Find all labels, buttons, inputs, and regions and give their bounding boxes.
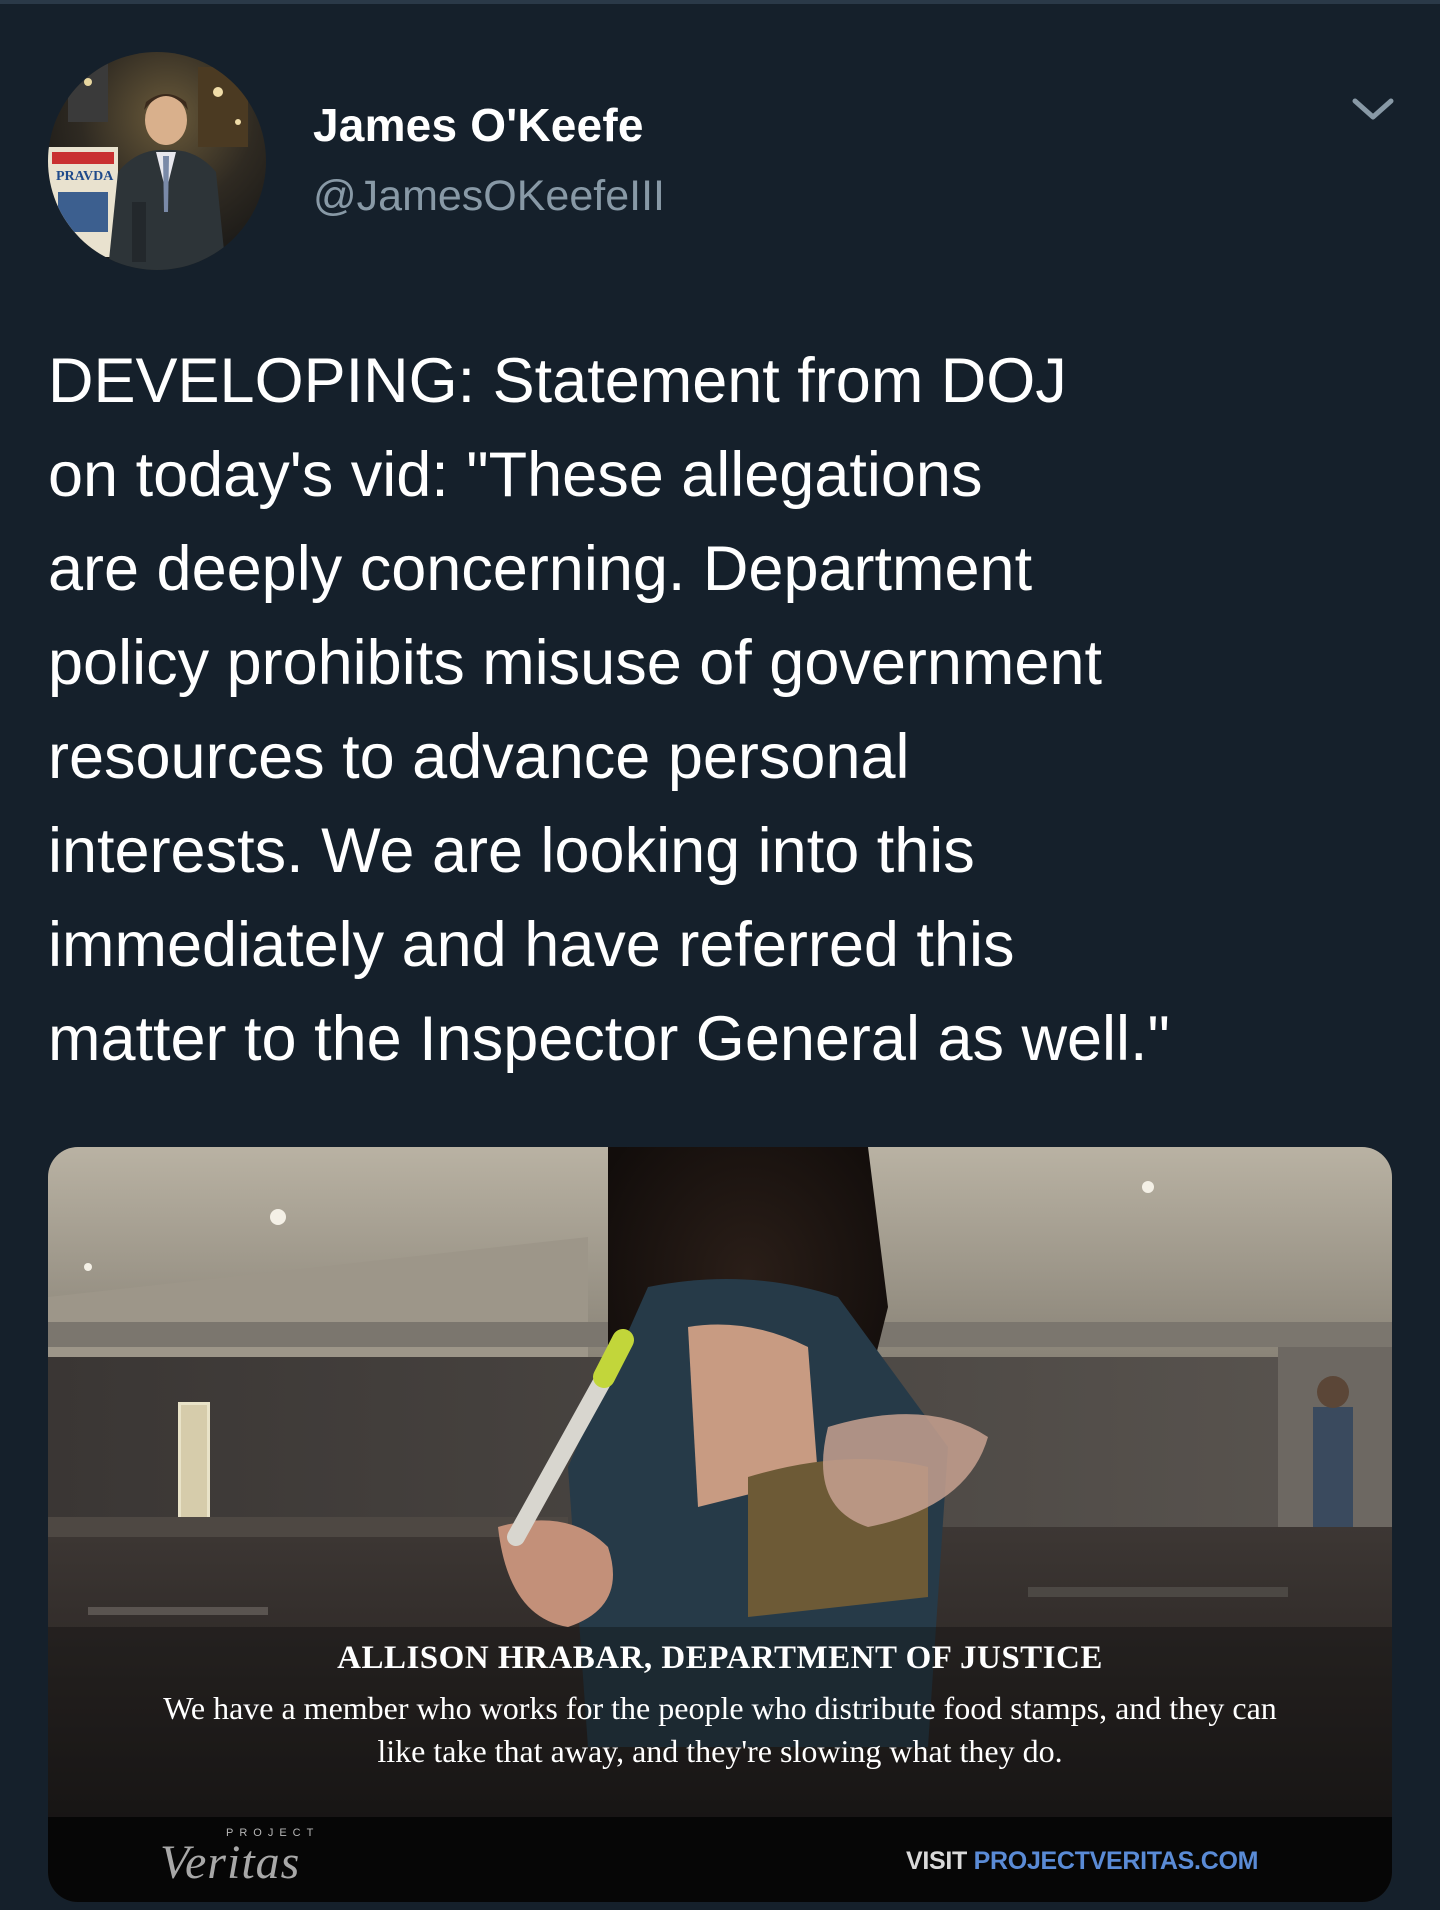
tweet-line: immediately and have referred this — [48, 910, 1015, 980]
quote-line: like take that away, and they're slowing… — [377, 1733, 1063, 1769]
project-veritas-logo: Veritas — [160, 1836, 301, 1889]
tweet-line: on today's vid: "These allegations — [48, 440, 983, 510]
avatar-sign-text: PRAVDA — [56, 169, 114, 184]
visit-domain: PROJECTVERITAS.COM — [973, 1847, 1259, 1875]
author-handle[interactable]: @JamesOKeefeIII — [313, 172, 665, 221]
tweet-line: are deeply concerning. Department — [48, 534, 1033, 604]
visit-prefix: VISIT — [906, 1847, 974, 1875]
chevron-down-icon[interactable] — [1349, 95, 1397, 125]
pravda-sign: PRAVDA — [48, 147, 118, 257]
tweet-line: matter to the Inspector General as well.… — [48, 1004, 1170, 1074]
tweet-text: DEVELOPING: Statement from DOJ on today'… — [48, 334, 1398, 1086]
quote-caption: We have a member who works for the peopl… — [78, 1687, 1362, 1773]
tweet-line: interests. We are looking into this — [48, 816, 975, 886]
video-media[interactable]: ALLISON HRABAR, DEPARTMENT OF JUSTICE We… — [48, 1147, 1392, 1902]
tweet-line: policy prohibits misuse of government — [48, 628, 1102, 698]
author-name[interactable]: James O'Keefe — [313, 98, 644, 152]
author-avatar[interactable]: PRAVDA — [48, 52, 266, 270]
speaker-name-caption: ALLISON HRABAR, DEPARTMENT OF JUSTICE — [337, 1640, 1103, 1676]
visit-link[interactable]: VISIT PROJECTVERITAS.COM — [906, 1847, 1258, 1876]
top-divider — [0, 0, 1440, 4]
quote-line: We have a member who works for the peopl… — [163, 1690, 1277, 1726]
tweet-line: DEVELOPING: Statement from DOJ — [48, 346, 1067, 416]
tweet-line: resources to advance personal — [48, 722, 910, 792]
avatar-photo: PRAVDA — [48, 52, 266, 270]
